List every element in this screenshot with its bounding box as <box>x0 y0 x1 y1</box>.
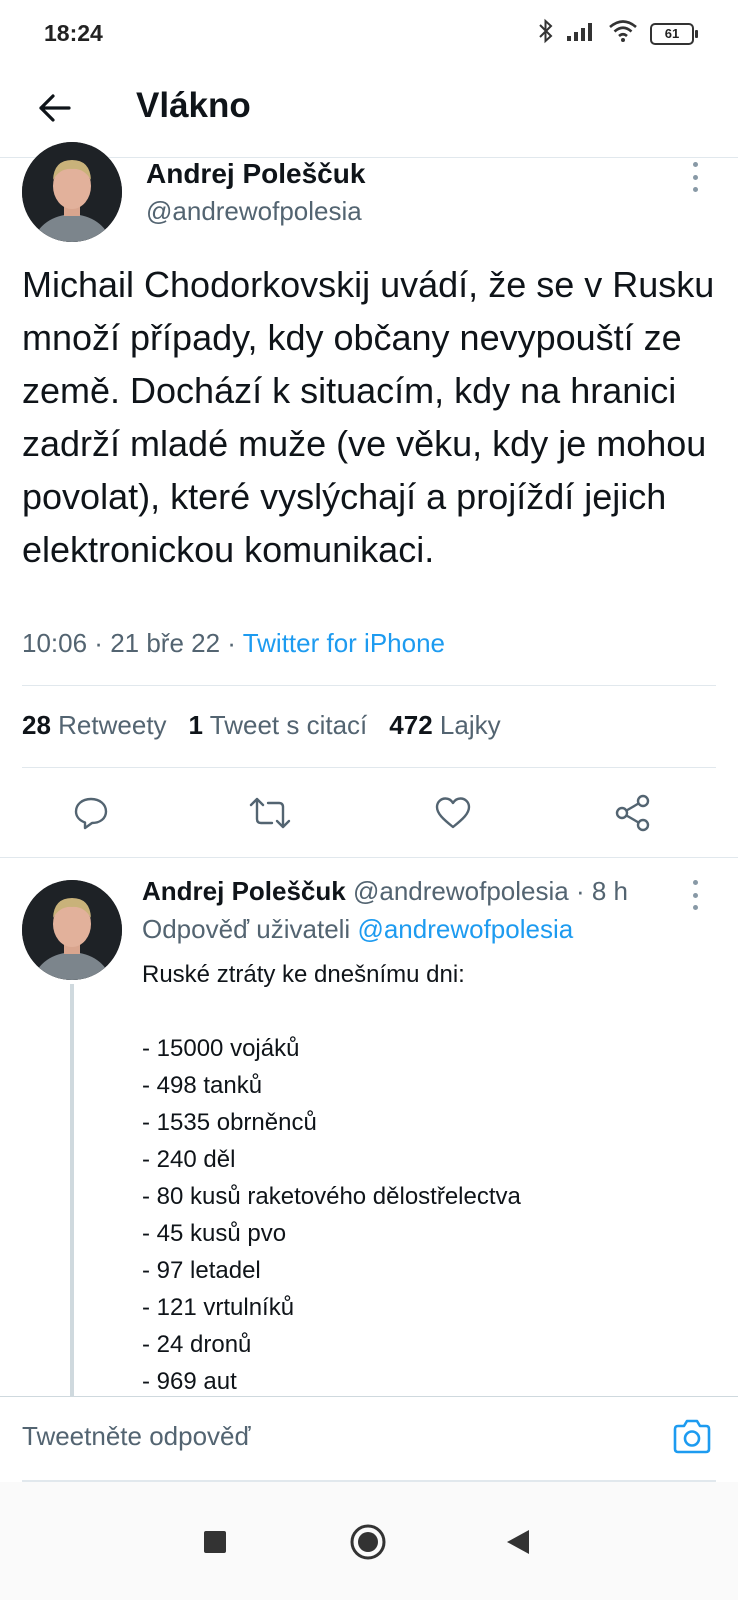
author-name[interactable]: Andrej Poleščuk <box>146 158 365 190</box>
circle-icon <box>350 1524 386 1560</box>
quotes-stat[interactable]: 1 Tweet s citací <box>189 710 368 741</box>
reply-header: Andrej Poleščuk @andrewofpolesia · 8 h <box>142 876 628 906</box>
share-button[interactable] <box>608 788 658 838</box>
home-button[interactable] <box>346 1520 390 1564</box>
more-options-button[interactable] <box>688 162 702 192</box>
system-nav-bar <box>0 1482 738 1600</box>
reply-to-line: Odpověď uživateli @andrewofpolesia <box>142 914 574 944</box>
status-time: 18:24 <box>44 20 103 46</box>
retweet-icon <box>249 797 291 829</box>
share-icon <box>615 794 650 832</box>
reply-icon <box>74 797 108 830</box>
tweet-date: 21 bře 22 <box>110 628 221 658</box>
tweet-stats: 28 Retweety 1 Tweet s citací 472 Lajky <box>22 710 501 741</box>
reply-to-mention[interactable]: @andrewofpolesia <box>357 914 573 944</box>
thread-line <box>70 984 74 1404</box>
more-dot-icon <box>692 162 698 167</box>
signal-icon <box>566 20 596 47</box>
wifi-icon <box>608 19 638 48</box>
avatar[interactable] <box>22 880 122 980</box>
back-nav-button[interactable] <box>496 1520 540 1564</box>
reply-author-name[interactable]: Andrej Poleščuk <box>142 876 346 906</box>
tweet-time: 10:06 <box>22 628 88 658</box>
square-icon <box>204 1531 226 1553</box>
compose-bar: Tweetněte odpověď <box>0 1396 738 1482</box>
battery-icon: 61 <box>650 22 698 45</box>
reply-tweet[interactable]: Andrej Poleščuk @andrewofpolesia · 8 h O… <box>0 857 738 1404</box>
header: Vlákno <box>0 68 738 158</box>
author-handle[interactable]: @andrewofpolesia <box>146 196 362 227</box>
reply-button[interactable] <box>66 788 116 838</box>
camera-button[interactable] <box>668 1413 716 1461</box>
tweet-text: Michail Chodorkovskij uvádí, že se v Rus… <box>22 264 715 570</box>
arrow-left-icon <box>39 94 71 122</box>
more-dot-icon <box>692 880 698 885</box>
camera-icon <box>673 1419 711 1454</box>
tweet-source-link[interactable]: Twitter for iPhone <box>243 628 445 658</box>
triangle-back-icon <box>507 1530 529 1554</box>
reply-text: Ruské ztráty ke dnešnímu dni: - 15000 vo… <box>142 961 521 1395</box>
retweet-button[interactable] <box>245 788 295 838</box>
avatar[interactable] <box>22 142 122 242</box>
bluetooth-icon <box>538 18 554 49</box>
divider <box>22 767 716 768</box>
like-button[interactable] <box>428 788 478 838</box>
status-icons: 61 <box>538 18 698 49</box>
reply-input[interactable]: Tweetněte odpověď <box>22 1421 250 1452</box>
page-title: Vlákno <box>136 86 251 125</box>
reply-age: 8 h <box>591 876 628 906</box>
reply-more-options-button[interactable] <box>688 880 702 910</box>
status-bar: 18:24 61 <box>0 0 738 68</box>
likes-stat[interactable]: 472 Lajky <box>389 710 500 741</box>
back-button[interactable] <box>34 88 74 128</box>
recents-button[interactable] <box>193 1520 237 1564</box>
tweet-meta: 10:06 · 21 bře 22 · Twitter for iPhone <box>22 628 446 658</box>
retweets-stat[interactable]: 28 Retweety <box>22 710 167 741</box>
divider <box>22 685 716 686</box>
heart-icon <box>435 797 471 829</box>
reply-author-handle[interactable]: @andrewofpolesia <box>353 876 569 906</box>
tweet-actions <box>0 788 738 858</box>
